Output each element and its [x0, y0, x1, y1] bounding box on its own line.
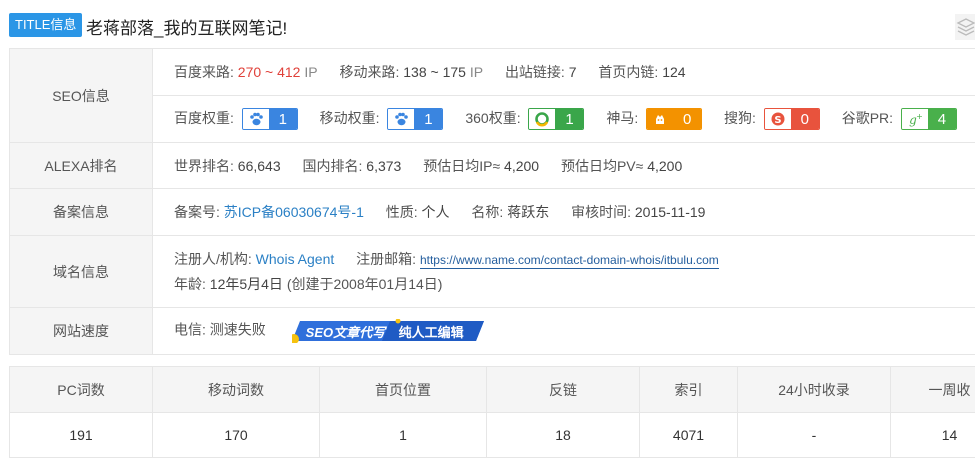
- beian-values: 备案号: 苏ICP备06030674号-1 性质: 个人 名称: 蒋跃东 审核时…: [153, 189, 975, 236]
- speed-label: 网站速度: [10, 308, 153, 355]
- google-pr[interactable]: 谷歌PR: g + 4: [842, 108, 957, 130]
- sogou-s-icon: S: [765, 109, 791, 129]
- registrant: 注册人/机构: Whois Agent: [174, 247, 334, 271]
- world-rank: 世界排名: 66,643: [174, 156, 281, 176]
- baidu-traffic: 百度来路: 270 ~ 412 IP: [174, 62, 318, 82]
- site-title: 老蒋部落_我的互联网笔记!: [86, 14, 287, 39]
- alexa-values: 世界排名: 66,643 国内排名: 6,373 预估日均IP≈ 4,200 预…: [153, 143, 975, 189]
- stats-header-row: PC词数 移动词数 首页位置 反链 索引 24小时收录 一周收: [10, 367, 975, 413]
- baidu-mobile-paw-icon: [388, 109, 414, 129]
- layers-icon[interactable]: [955, 14, 975, 40]
- domain-age: 年龄: 12年5月4日 (创建于2008年01月14日): [174, 272, 975, 296]
- index-value: 4071: [640, 413, 738, 458]
- header-backlinks: 反链: [487, 367, 640, 413]
- shenma-rank[interactable]: 神马: 0: [606, 108, 702, 130]
- beian-row: 备案信息 备案号: 苏ICP备06030674号-1 性质: 个人 名称: 蒋跃…: [10, 189, 975, 236]
- stats-value-row: 191 170 1 18 4071 - 14: [10, 413, 975, 458]
- speed-values: 电信: 测速失败 SEO文章代写 纯人工编辑: [153, 308, 975, 355]
- beian-label: 备案信息: [10, 189, 153, 236]
- beian-number-link[interactable]: 苏ICP备06030674号-1: [224, 204, 364, 220]
- outbound-links: 出站链接: 7: [505, 62, 577, 82]
- seo-label: SEO信息: [10, 49, 153, 143]
- header-week-indexed: 一周收: [891, 367, 975, 413]
- 360-rank[interactable]: 360权重: 1: [465, 108, 584, 130]
- google-plus-icon: g +: [902, 109, 928, 129]
- estimated-daily-ip: 预估日均IP≈ 4,200: [423, 156, 539, 176]
- seo-ranks: 百度权重: 1 移动权重:: [153, 96, 975, 143]
- banner-text-left: SEO文章代写: [306, 322, 385, 341]
- baidu-rank[interactable]: 百度权重: 1: [174, 108, 298, 130]
- header-pc-keywords: PC词数: [10, 367, 153, 413]
- domain-label: 域名信息: [10, 236, 153, 308]
- seo-traffic: 百度来路: 270 ~ 412 IP 移动来路: 138 ~ 175 IP 出站…: [153, 49, 975, 96]
- 360-ring-icon: [529, 109, 555, 129]
- stats-table: PC词数 移动词数 首页位置 反链 索引 24小时收录 一周收 191 170 …: [9, 366, 975, 458]
- registrant-email-link[interactable]: https://www.name.com/contact-domain-whoi…: [420, 253, 719, 269]
- backlinks-value: 18: [487, 413, 640, 458]
- alexa-row: ALEXA排名 世界排名: 66,643 国内排名: 6,373 预估日均IP≈…: [10, 143, 975, 189]
- speed-row: 网站速度 电信: 测速失败 SEO文章代写 纯人工编辑: [10, 308, 975, 355]
- domain-row: 域名信息 注册人/机构: Whois Agent 注册邮箱: https://w…: [10, 236, 975, 308]
- banner-text-right: 纯人工编辑: [399, 322, 464, 341]
- svg-text:+: +: [916, 112, 923, 121]
- homepage-internal-links: 首页内链: 124: [598, 62, 685, 82]
- beian-number: 备案号: 苏ICP备06030674号-1: [174, 202, 364, 222]
- mobile-rank[interactable]: 移动权重: 1: [320, 108, 444, 130]
- header-24h-indexed: 24小时收录: [738, 367, 891, 413]
- sogou-rank[interactable]: 搜狗: S 0: [724, 108, 820, 130]
- seo-writing-ad-banner[interactable]: SEO文章代写 纯人工编辑: [292, 319, 484, 343]
- china-rank: 国内排名: 6,373: [303, 156, 402, 176]
- header: TITLE信息 老蒋部落_我的互联网笔记!: [0, 0, 975, 48]
- beian-name: 名称: 蒋跃东: [471, 202, 549, 222]
- title-badge: TITLE信息: [9, 13, 82, 37]
- info-table: SEO信息 百度来路: 270 ~ 412 IP 移动来路: 138 ~ 175…: [9, 48, 975, 355]
- beian-audit-time: 审核时间: 2015-11-19: [571, 202, 705, 222]
- seo-row-traffic: SEO信息 百度来路: 270 ~ 412 IP 移动来路: 138 ~ 175…: [10, 49, 975, 96]
- domain-values: 注册人/机构: Whois Agent 注册邮箱: https://www.na…: [153, 236, 975, 308]
- header-mobile-keywords: 移动词数: [153, 367, 320, 413]
- seo-row-ranks: 百度权重: 1 移动权重:: [10, 96, 975, 143]
- header-index: 索引: [640, 367, 738, 413]
- estimated-daily-pv: 预估日均PV≈ 4,200: [561, 156, 682, 176]
- telecom-speed: 电信: 测速失败: [174, 322, 266, 338]
- week-indexed-value: 14: [891, 413, 975, 458]
- mobile-keywords-value: 170: [153, 413, 320, 458]
- alexa-label: ALEXA排名: [10, 143, 153, 189]
- 24h-indexed-value: -: [738, 413, 891, 458]
- svg-text:S: S: [774, 115, 781, 126]
- homepage-position-value: 1: [320, 413, 487, 458]
- registrant-link[interactable]: Whois Agent: [256, 251, 335, 267]
- beian-nature: 性质: 个人: [386, 202, 450, 222]
- header-homepage-position: 首页位置: [320, 367, 487, 413]
- baidu-paw-icon: [243, 109, 269, 129]
- registrant-email: 注册邮箱: https://www.name.com/contact-domai…: [356, 247, 719, 272]
- mobile-traffic: 移动来路: 138 ~ 175 IP: [339, 62, 483, 82]
- shenma-horse-icon: [647, 109, 673, 129]
- pc-keywords-value: 191: [10, 413, 153, 458]
